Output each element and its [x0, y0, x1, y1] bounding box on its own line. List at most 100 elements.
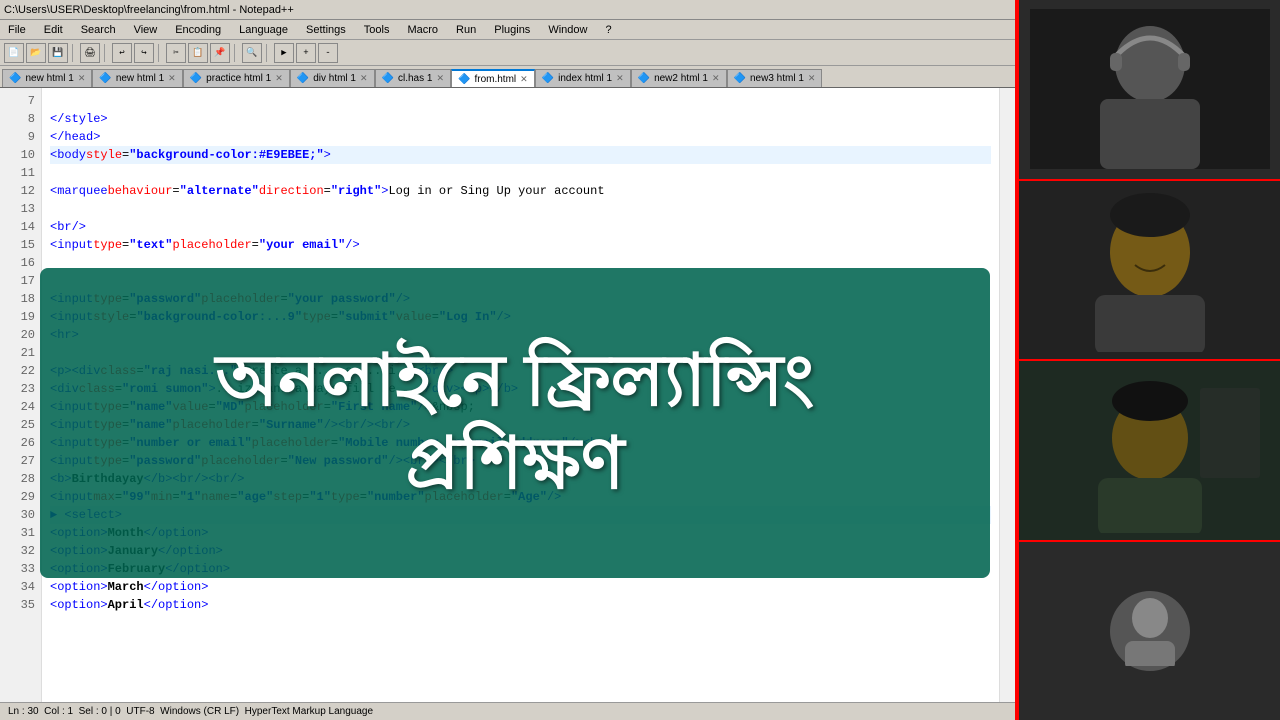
tab-close-2[interactable]: ✕	[168, 73, 176, 84]
tab-close-1[interactable]: ✕	[78, 73, 86, 84]
menu-file[interactable]: File	[4, 23, 30, 37]
menu-view[interactable]: View	[130, 23, 162, 37]
code-line[interactable]: <br/>	[50, 218, 991, 236]
toolbar-print[interactable]: 🖨	[80, 43, 100, 63]
tab-close-4[interactable]: ✕	[360, 73, 368, 84]
tab-new-html-1[interactable]: 🔷 new html 1 ✕	[2, 69, 92, 87]
menu-help[interactable]: ?	[601, 23, 615, 37]
line-number: 11	[0, 164, 35, 182]
line-number: 14	[0, 218, 35, 236]
line-number: 35	[0, 596, 35, 614]
person-silhouette-2	[1030, 187, 1270, 352]
toolbar-new[interactable]: 📄	[4, 43, 24, 63]
tab-new3[interactable]: 🔷 new3 html 1 ✕	[727, 69, 823, 87]
toolbar-zoom-in[interactable]: +	[296, 43, 316, 63]
menu-settings[interactable]: Settings	[302, 23, 350, 37]
line-number: 30	[0, 506, 35, 524]
video-cell-2	[1019, 181, 1280, 362]
code-line[interactable]: </head>	[50, 128, 991, 146]
code-line[interactable]	[50, 200, 991, 218]
menu-edit[interactable]: Edit	[40, 23, 67, 37]
toolbar: 📄 📂 💾 🖨 ↩ ↪ ✂ 📋 📌 🔍 ▶ + -	[0, 40, 1015, 66]
code-line[interactable]: <option>April</option>	[50, 596, 991, 614]
line-number: 32	[0, 542, 35, 560]
tab-cl[interactable]: 🔷 cl.has 1 ✕	[375, 69, 451, 87]
line-number: 22	[0, 362, 35, 380]
tab-new-html-2[interactable]: 🔷 new html 1 ✕	[92, 69, 182, 87]
tab-bar[interactable]: 🔷 new html 1 ✕ 🔷 new html 1 ✕ 🔷 practice…	[0, 66, 1015, 88]
toolbar-open[interactable]: 📂	[26, 43, 46, 63]
toolbar-sep5	[266, 44, 270, 62]
tab-new2[interactable]: 🔷 new2 html 1 ✕	[631, 69, 727, 87]
code-line[interactable]: <marquee behaviour="alternate" direction…	[50, 182, 991, 200]
banner-line1: অনলাইনে ফ্রিল্যান্সিং	[216, 341, 814, 421]
person-silhouette-3	[1030, 368, 1270, 533]
toolbar-sep4	[234, 44, 238, 62]
tab-practice[interactable]: 🔷 practice html 1 ✕	[183, 69, 290, 87]
line-number: 26	[0, 434, 35, 452]
toolbar-find[interactable]: 🔍	[242, 43, 262, 63]
tab-index[interactable]: 🔷 index html 1 ✕	[535, 69, 631, 87]
code-line[interactable]: <option>March</option>	[50, 578, 991, 596]
line-number: 20	[0, 326, 35, 344]
toolbar-sep1	[72, 44, 76, 62]
avatar-placeholder	[1110, 591, 1190, 671]
menu-plugins[interactable]: Plugins	[490, 23, 534, 37]
video-panel	[1015, 0, 1280, 720]
line-number: 27	[0, 452, 35, 470]
status-ln: Ln : 30	[8, 706, 39, 717]
line-number: 31	[0, 524, 35, 542]
tab-close-7[interactable]: ✕	[616, 73, 624, 84]
toolbar-sep3	[158, 44, 162, 62]
title-bar: C:\Users\USER\Desktop\freelancing\from.h…	[0, 0, 1015, 20]
overlay-banner: অনলাইনে ফ্রিল্যান্সিং প্রশিক্ষণ	[40, 268, 990, 578]
toolbar-paste[interactable]: 📌	[210, 43, 230, 63]
menu-encoding[interactable]: Encoding	[171, 23, 225, 37]
status-eol: Windows (CR LF)	[160, 706, 239, 717]
video-cell-1	[1019, 0, 1280, 181]
tab-close-6[interactable]: ✕	[520, 74, 528, 85]
toolbar-save[interactable]: 💾	[48, 43, 68, 63]
status-encoding: UTF-8	[126, 706, 154, 717]
tab-close-9[interactable]: ✕	[808, 73, 816, 84]
code-line[interactable]	[50, 92, 991, 110]
menu-macro[interactable]: Macro	[403, 23, 442, 37]
line-number: 13	[0, 200, 35, 218]
menu-language[interactable]: Language	[235, 23, 292, 37]
toolbar-redo[interactable]: ↪	[134, 43, 154, 63]
toolbar-cut[interactable]: ✂	[166, 43, 186, 63]
line-number: 19	[0, 308, 35, 326]
toolbar-run[interactable]: ▶	[274, 43, 294, 63]
line-number: 16	[0, 254, 35, 272]
tab-div[interactable]: 🔷 div html 1 ✕	[290, 69, 375, 87]
code-line[interactable]: <body style="background-color:#E9EBEE;">	[50, 146, 991, 164]
video-cell-4	[1019, 542, 1280, 720]
menu-search[interactable]: Search	[77, 23, 120, 37]
line-number: 7	[0, 92, 35, 110]
line-number: 28	[0, 470, 35, 488]
default-avatar-icon	[1120, 596, 1180, 666]
tab-close-3[interactable]: ✕	[275, 73, 283, 84]
status-bar: Ln : 30 Col : 1 Sel : 0 | 0 UTF-8 Window…	[0, 702, 1015, 720]
menu-window[interactable]: Window	[544, 23, 591, 37]
menu-tools[interactable]: Tools	[360, 23, 394, 37]
code-line[interactable]: <input type="text" placeholder="your ema…	[50, 236, 991, 254]
status-col: Col : 1	[44, 706, 73, 717]
scrollbar[interactable]	[999, 88, 1015, 702]
code-line[interactable]: </style>	[50, 110, 991, 128]
tab-close-8[interactable]: ✕	[712, 73, 720, 84]
tab-from[interactable]: 🔷 from.html ✕	[451, 69, 535, 87]
code-area[interactable]: 7891011121314151617181920212223242526272…	[0, 88, 1015, 702]
menu-bar[interactable]: File Edit Search View Encoding Language …	[0, 20, 1015, 40]
line-number: 24	[0, 398, 35, 416]
toolbar-copy[interactable]: 📋	[188, 43, 208, 63]
code-line[interactable]	[50, 164, 991, 182]
toolbar-zoom-out[interactable]: -	[318, 43, 338, 63]
banner-line2: প্রশিক্ষণ	[406, 424, 625, 504]
toolbar-undo[interactable]: ↩	[112, 43, 132, 63]
video-cell-3	[1019, 361, 1280, 542]
window-title: C:\Users\USER\Desktop\freelancing\from.h…	[4, 4, 294, 16]
tab-close-5[interactable]: ✕	[436, 73, 444, 84]
menu-run[interactable]: Run	[452, 23, 480, 37]
line-number: 8	[0, 110, 35, 128]
